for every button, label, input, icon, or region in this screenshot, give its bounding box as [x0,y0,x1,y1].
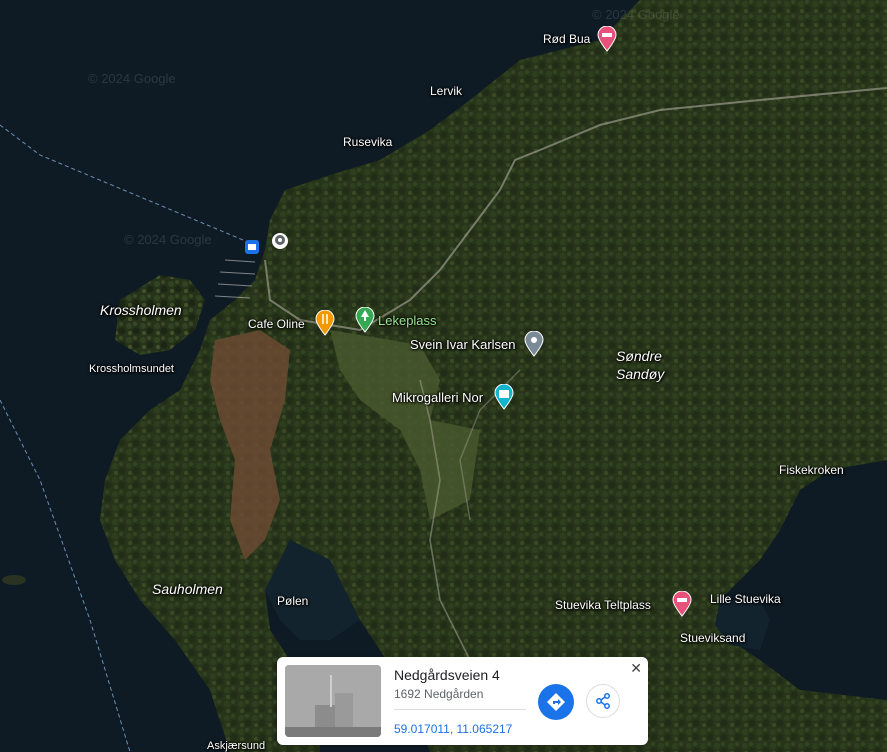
place-label-sondre-sandoy[interactable]: Søndre Sandøy [616,347,664,383]
directions-icon [547,693,565,711]
hotel-pin-icon[interactable] [672,590,692,622]
place-label-krossholmsundet[interactable]: Krossholmsundet [89,363,174,375]
hotel-pin-icon[interactable] [597,25,617,57]
place-label-lekeplass[interactable]: Lekeplass [378,313,437,328]
divider [394,709,526,710]
restaurant-pin-icon[interactable] [315,309,335,341]
place-title: Nedgårdsveien 4 [394,667,500,683]
satellite-map[interactable] [0,0,887,752]
directions-button[interactable] [538,684,574,720]
place-label-stuevika-teltplass[interactable]: Stuevika Teltplass [555,598,651,612]
place-label-lille-stuevika[interactable]: Lille Stuevika [710,592,781,606]
place-label-stueviksand[interactable]: Stueviksand [680,631,745,645]
place-label-sauholmen[interactable]: Sauholmen [152,581,223,597]
share-icon [596,693,610,709]
place-label-krossholmen[interactable]: Krossholmen [100,302,182,318]
place-label-mikrogalleri-nor[interactable]: Mikrogalleri Nor [392,390,483,405]
place-label-polen[interactable]: Pølen [277,594,308,608]
watermark: © 2024 Google [124,232,212,247]
watermark: © 2024 Google [88,71,176,86]
place-address: 1692 Nedgården [394,687,484,701]
selected-location-pin-icon[interactable] [271,232,289,255]
place-pin-icon[interactable] [524,330,544,362]
close-icon[interactable]: ✕ [630,660,642,677]
ferry-icon[interactable] [245,240,259,259]
place-label-lervik[interactable]: Lervik [430,84,462,98]
place-label-svein-ivar-karlsen[interactable]: Svein Ivar Karlsen [410,337,516,352]
place-label-cafe-oline[interactable]: Cafe Oline [248,317,305,331]
place-label-rusevika[interactable]: Rusevika [343,135,392,149]
place-label-askjaersund[interactable]: Askjærsund [207,740,265,752]
coordinates-link[interactable]: 59.017011, 11.065217 [394,722,512,736]
street-view-thumbnail[interactable] [285,665,381,737]
museum-pin-icon[interactable] [494,383,514,415]
place-info-card[interactable]: Nedgårdsveien 4 1692 Nedgården 59.017011… [277,657,648,745]
park-pin-icon[interactable] [355,306,375,338]
watermark: © 2024 Google [592,7,680,22]
place-label-fiskekroken[interactable]: Fiskekroken [779,463,844,477]
share-button[interactable] [586,684,620,718]
place-label-rod-bua[interactable]: Rød Bua [543,32,590,46]
